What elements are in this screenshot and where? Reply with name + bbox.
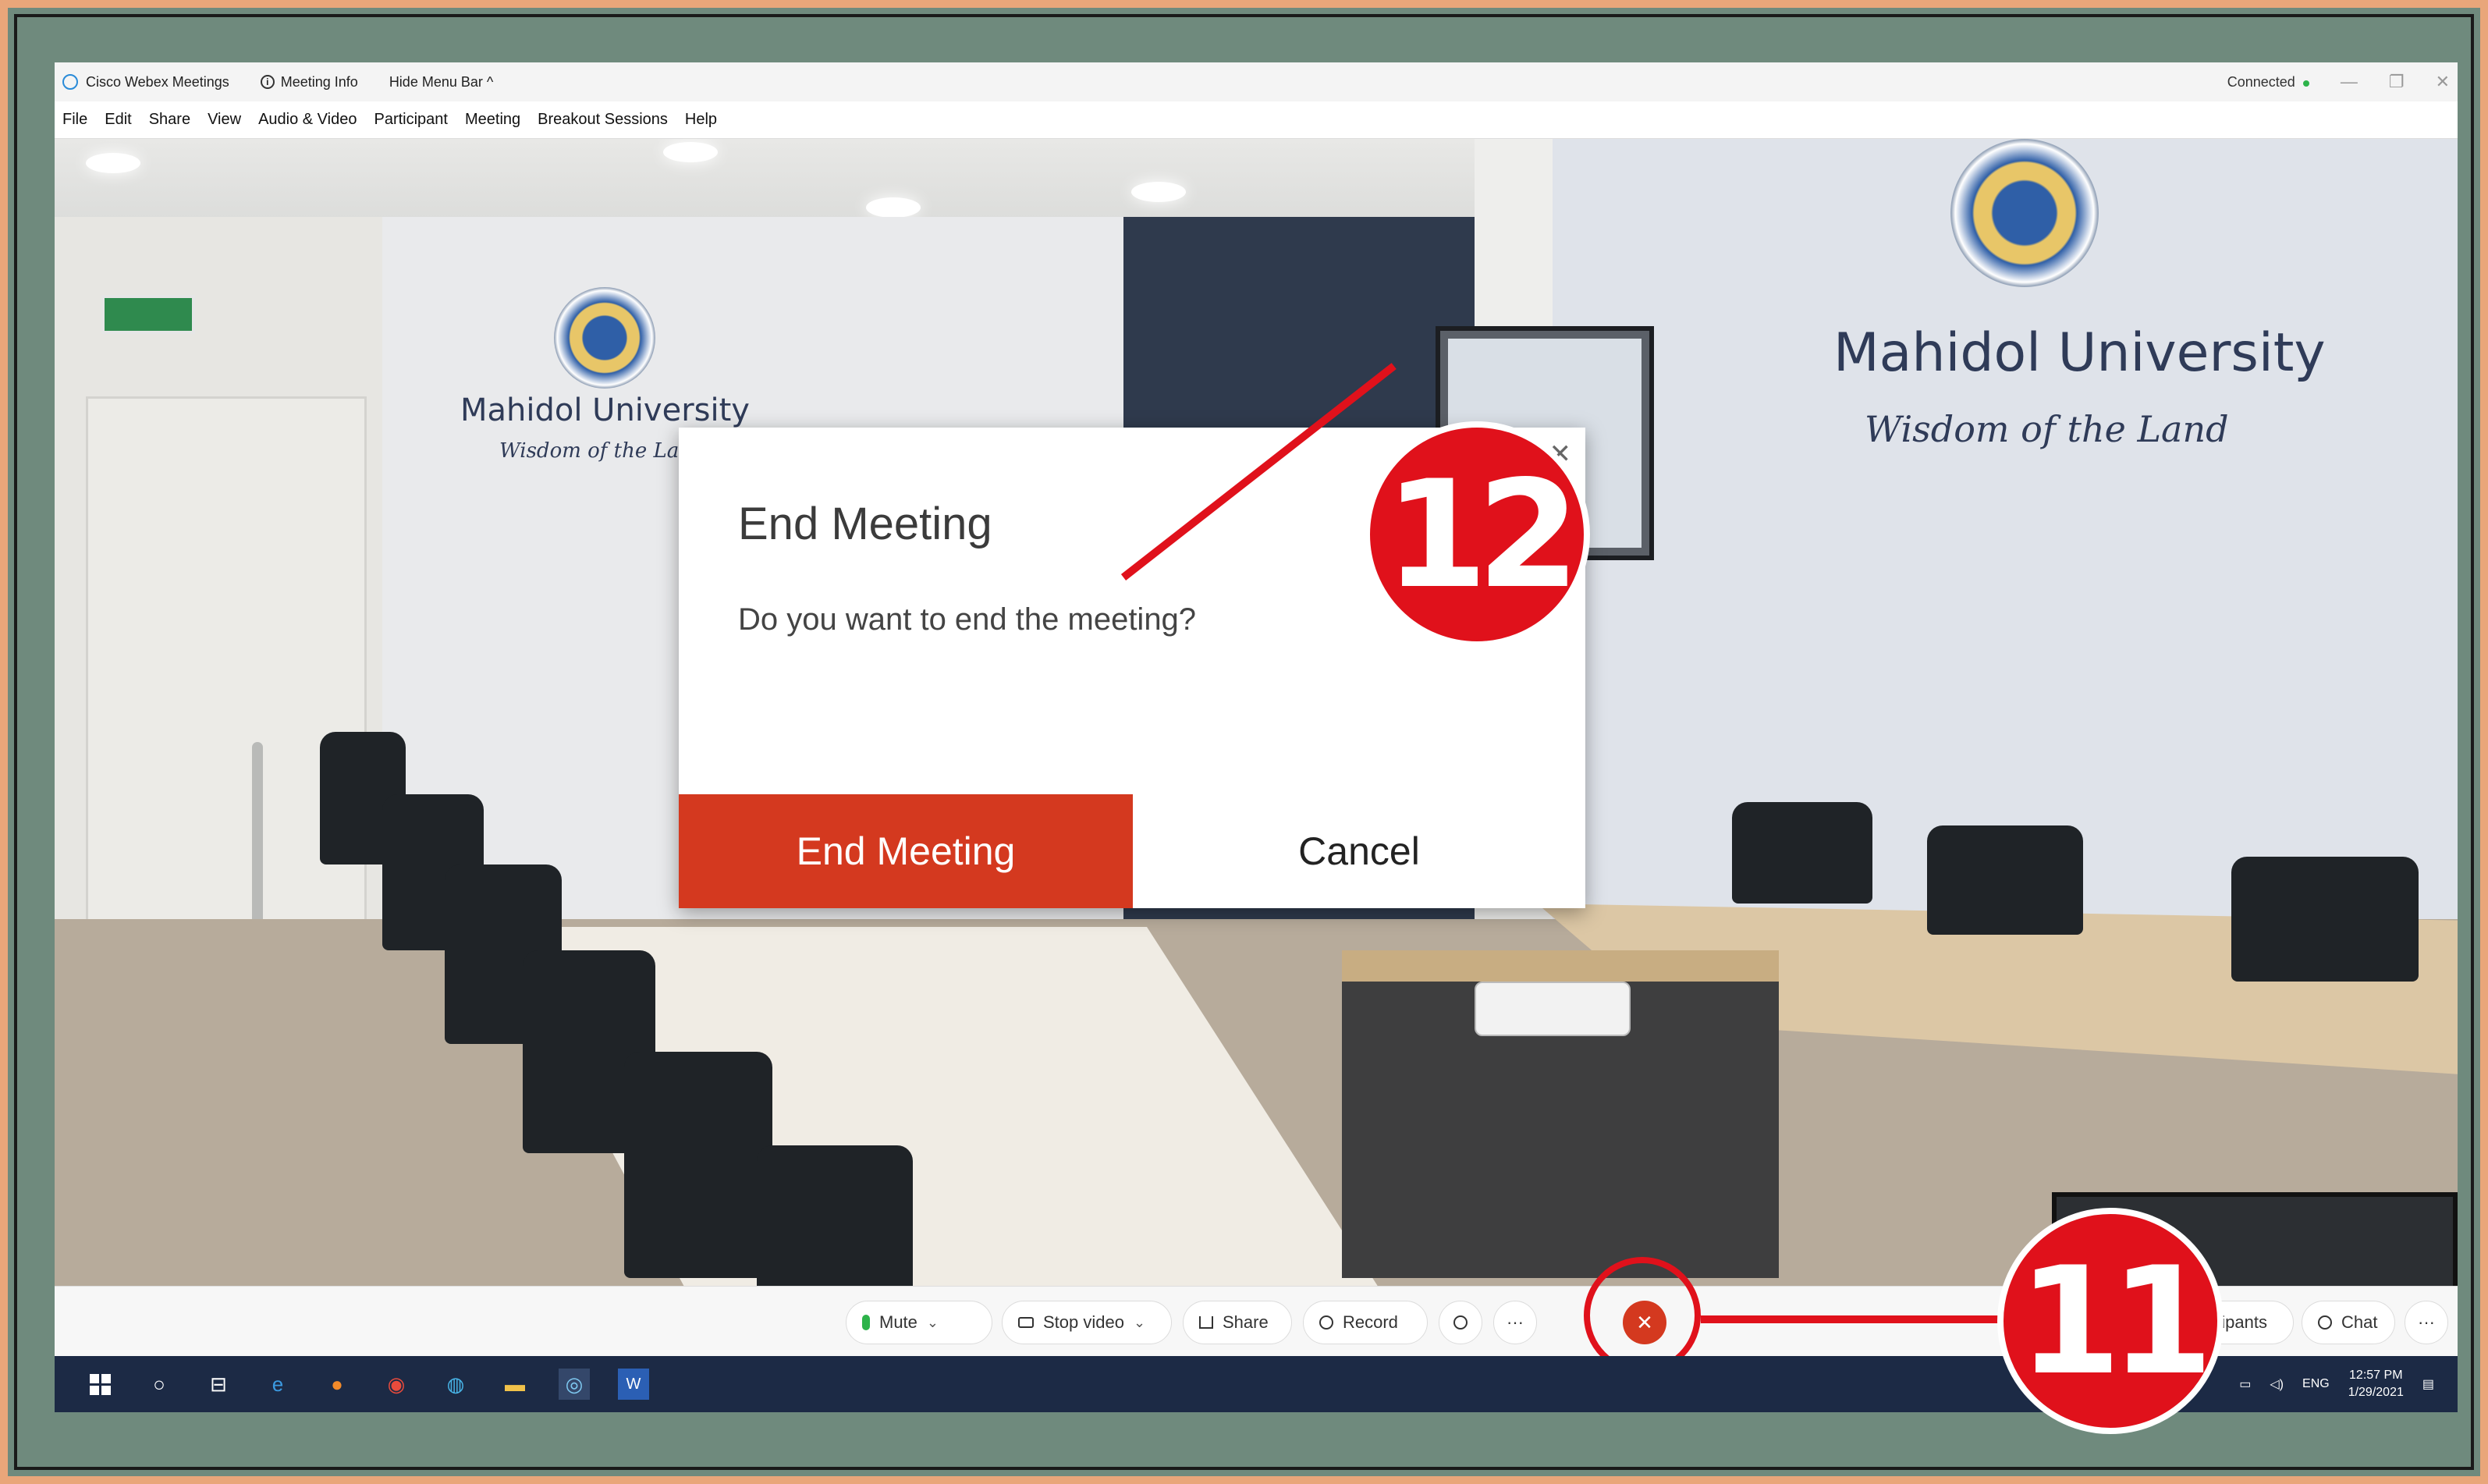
reactions-button[interactable] — [1439, 1301, 1482, 1344]
callout-11-pointer-line — [1701, 1315, 2013, 1323]
webex-taskbar-icon[interactable]: ◎ — [559, 1369, 590, 1400]
app-title: Cisco Webex Meetings — [62, 74, 229, 91]
share-label: Share — [1223, 1312, 1269, 1332]
record-button[interactable]: Record — [1303, 1301, 1428, 1344]
start-button[interactable] — [84, 1369, 115, 1400]
menu-meeting[interactable]: Meeting — [465, 111, 520, 129]
wall-text-left: Mahidol University — [460, 392, 750, 428]
chair — [624, 1052, 772, 1278]
restore-button[interactable]: ❐ — [2389, 72, 2405, 92]
windows-logo-icon — [89, 1373, 111, 1395]
more-right-button[interactable]: ··· — [2405, 1301, 2448, 1344]
share-button[interactable]: Share — [1183, 1301, 1292, 1344]
meeting-info-label: Meeting Info — [280, 73, 358, 90]
microphone-icon — [862, 1315, 870, 1330]
network-icon[interactable]: ▭ — [2239, 1376, 2251, 1392]
menu-participant[interactable]: Participant — [374, 111, 448, 129]
meeting-info-button[interactable]: i Meeting Info — [260, 73, 358, 91]
mute-label: Mute — [879, 1312, 917, 1332]
exit-sign — [101, 295, 195, 334]
record-icon — [1319, 1315, 1333, 1330]
ceiling-light — [1131, 182, 1186, 202]
chair — [757, 1145, 913, 1286]
chat-label: Chat — [2341, 1312, 2378, 1332]
stop-video-label: Stop video — [1043, 1312, 1124, 1332]
mute-button[interactable]: Mute ⌄ — [846, 1301, 992, 1344]
share-icon — [1199, 1316, 1213, 1329]
menu-audio-video[interactable]: Audio & Video — [258, 111, 357, 129]
reactions-icon — [1453, 1315, 1468, 1330]
callout-step-12: 12 — [1364, 421, 1590, 648]
menu-bar: File Edit Share View Audio & Video Parti… — [55, 101, 2458, 139]
ceiling-light — [86, 153, 140, 173]
menu-edit[interactable]: Edit — [105, 111, 131, 129]
edge-icon[interactable]: e — [262, 1369, 293, 1400]
university-seal — [1950, 139, 2099, 287]
motto-right: Wisdom of the Land — [1865, 408, 2229, 450]
projector — [1475, 982, 1631, 1036]
motto-left: Wisdom of the Land — [499, 439, 705, 463]
more-options-button[interactable]: ··· — [1493, 1301, 1537, 1344]
video-dropdown-icon[interactable]: ⌄ — [1134, 1315, 1145, 1331]
chair — [2231, 857, 2419, 982]
more-icon: ··· — [1507, 1312, 1524, 1332]
language-indicator[interactable]: ENG — [2302, 1377, 2330, 1391]
chair — [1927, 825, 2083, 935]
more-right-icon: ··· — [2418, 1312, 2435, 1332]
callout-step-11: 11 — [1997, 1208, 2224, 1434]
chrome-icon[interactable]: ◉ — [381, 1369, 412, 1400]
cancel-button[interactable]: Cancel — [1133, 794, 1585, 908]
clock[interactable]: 12:57 PM 1/29/2021 — [2348, 1367, 2404, 1401]
menu-file[interactable]: File — [62, 111, 87, 129]
ceiling-light — [663, 142, 718, 162]
clock-date: 1/29/2021 — [2348, 1386, 2404, 1399]
clock-time: 12:57 PM — [2349, 1369, 2403, 1382]
app-icon[interactable]: ◍ — [440, 1369, 471, 1400]
mute-dropdown-icon[interactable]: ⌄ — [927, 1315, 939, 1331]
menu-help[interactable]: Help — [685, 111, 717, 129]
dialog-title: End Meeting — [738, 499, 992, 549]
volume-icon[interactable]: ◁) — [2270, 1376, 2284, 1392]
connection-status: Connected — [2227, 74, 2309, 91]
chat-bubble-icon — [2318, 1315, 2332, 1330]
webex-logo-icon — [62, 74, 78, 90]
chat-button[interactable]: Chat — [2302, 1301, 2395, 1344]
notification-icon[interactable]: ▤ — [2422, 1376, 2434, 1392]
end-meeting-confirm-button[interactable]: End Meeting — [679, 794, 1133, 908]
search-circle-icon[interactable]: ○ — [144, 1369, 175, 1400]
task-view-icon[interactable]: ⊟ — [203, 1369, 234, 1400]
title-bar: Cisco Webex Meetings i Meeting Info Hide… — [55, 62, 2458, 101]
menu-view[interactable]: View — [208, 111, 241, 129]
app-title-label: Cisco Webex Meetings — [86, 73, 229, 90]
dialog-message: Do you want to end the meeting? — [738, 602, 1197, 637]
wall-text-right: Mahidol University — [1833, 322, 2326, 384]
hide-menu-bar-button[interactable]: Hide Menu Bar ^ — [389, 74, 494, 91]
connection-status-label: Connected — [2227, 73, 2295, 90]
video-camera-icon — [1018, 1317, 1034, 1328]
menu-share[interactable]: Share — [149, 111, 190, 129]
system-tray: ▭ ◁) ENG 12:57 PM 1/29/2021 ▤ — [2239, 1356, 2434, 1412]
menu-breakout-sessions[interactable]: Breakout Sessions — [538, 111, 668, 129]
university-seal — [554, 287, 655, 389]
chair — [1732, 802, 1872, 904]
info-icon: i — [260, 75, 275, 89]
record-label: Record — [1343, 1312, 1398, 1332]
firefox-icon[interactable]: ● — [321, 1369, 353, 1400]
connected-dot-icon — [2302, 80, 2309, 87]
close-window-button[interactable]: ✕ — [2436, 72, 2450, 92]
stop-video-button[interactable]: Stop video ⌄ — [1002, 1301, 1172, 1344]
ceiling-light — [866, 197, 921, 218]
minimize-button[interactable]: — — [2341, 72, 2358, 92]
hide-menu-bar-label: Hide Menu Bar ^ — [389, 73, 494, 90]
file-explorer-icon[interactable]: ▬ — [499, 1369, 531, 1400]
word-icon[interactable]: W — [618, 1369, 649, 1400]
